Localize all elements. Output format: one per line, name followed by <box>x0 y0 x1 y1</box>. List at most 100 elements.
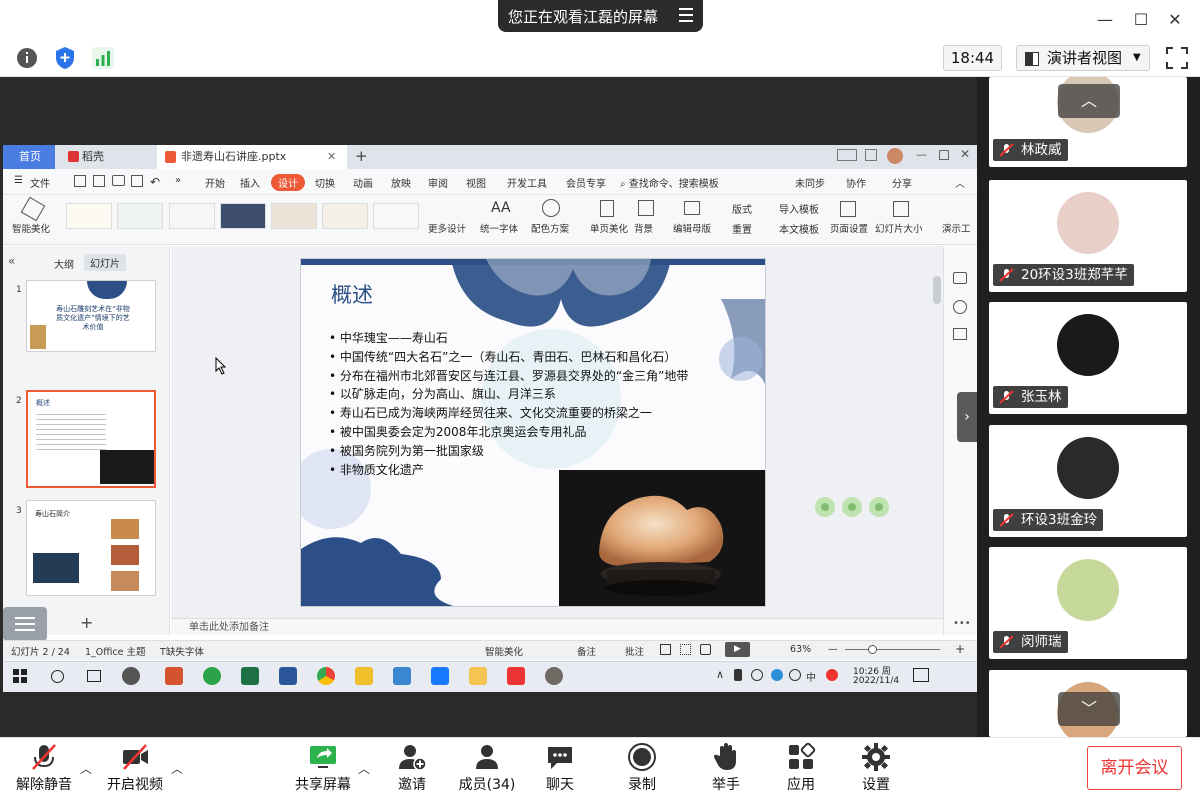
slide-thumbnail-1[interactable]: 寿山石雕刻艺术在“非物质文化遗产”情境下的艺术价值 <box>26 280 156 352</box>
ribbon-unify-font[interactable]: 统一字体 <box>480 221 518 235</box>
collapse-panel-button[interactable]: › <box>957 392 977 442</box>
files-icon[interactable] <box>393 667 411 685</box>
zoom-out-icon[interactable]: — <box>828 644 838 655</box>
folder-icon[interactable] <box>469 667 487 685</box>
menu-file[interactable]: 文件 <box>30 175 50 190</box>
participant-card[interactable]: 20环设3班郑芊芊 <box>989 180 1187 292</box>
leave-meeting-button[interactable]: 离开会议 <box>1087 746 1182 790</box>
new-tab-icon[interactable]: + <box>355 147 368 165</box>
tray-mic-icon[interactable] <box>734 669 742 681</box>
participant-card[interactable]: 张玉林 <box>989 302 1187 414</box>
tray-ime[interactable]: 中 <box>806 669 816 684</box>
collaborate-button[interactable]: 协作 <box>846 175 866 190</box>
ribbon-reset[interactable]: 重置 <box>732 221 752 236</box>
zoom-level[interactable]: 63% <box>790 644 811 655</box>
user-avatar[interactable] <box>887 148 903 164</box>
ribbon-layout[interactable]: 版式 <box>732 201 752 216</box>
meeting-app-icon[interactable] <box>431 667 449 685</box>
status-smart-beautify[interactable]: 智能美化 <box>485 644 523 658</box>
security-shield-icon[interactable] <box>54 46 76 70</box>
tab-outline[interactable]: 大纲 <box>54 256 74 271</box>
slide-thumbnail-3[interactable]: 寿山石简介 <box>26 500 156 596</box>
collapse-pane-icon[interactable]: « <box>8 254 15 268</box>
design-template-5[interactable] <box>271 203 317 229</box>
sorter-view-icon[interactable] <box>680 644 691 655</box>
player-icon[interactable] <box>355 667 373 685</box>
menu-member[interactable]: 会员专享 <box>566 175 606 190</box>
tab-document[interactable]: 非遗寿山石讲座.pptx ✕ <box>157 145 347 169</box>
tray-antivirus-icon[interactable] <box>826 669 838 681</box>
unmute-button[interactable]: 解除静音 <box>4 742 84 794</box>
apps-grid-icon[interactable] <box>865 149 877 161</box>
share-button[interactable]: 分享 <box>892 175 912 190</box>
wps-icon[interactable] <box>507 667 525 685</box>
tab-docer[interactable]: 稻壳 <box>58 145 153 169</box>
design-template-6[interactable] <box>322 203 368 229</box>
excel-icon[interactable] <box>241 667 259 685</box>
scroll-up-button[interactable]: ︿ <box>1058 84 1120 118</box>
ribbon-background[interactable]: 背景 <box>634 221 653 235</box>
status-missing-font[interactable]: T缺失字体 <box>160 644 204 658</box>
design-template-2[interactable] <box>117 203 163 229</box>
save-icon[interactable] <box>74 175 86 187</box>
menu-design[interactable]: 设计 <box>271 174 305 191</box>
raise-hand-button[interactable]: 举手 <box>686 742 766 794</box>
invite-button[interactable]: 邀请 <box>372 742 452 794</box>
app-icon-2[interactable] <box>545 667 563 685</box>
ribbon-single-beautify[interactable]: 单页美化 <box>590 221 628 235</box>
minimize-button[interactable]: — <box>1095 10 1115 30</box>
menu-transition[interactable]: 切换 <box>315 175 335 190</box>
design-template-3[interactable] <box>169 203 215 229</box>
slide-thumbnail-2[interactable]: 概述 <box>26 390 156 488</box>
status-notes[interactable]: 备注 <box>577 644 596 658</box>
maximize-button[interactable]: ☐ <box>1131 10 1151 30</box>
sharing-banner[interactable]: 您正在观看江磊的屏幕 <box>498 0 703 32</box>
tray-chevron-icon[interactable]: ∧ <box>716 668 724 681</box>
word-icon[interactable] <box>279 667 297 685</box>
view-mode-select[interactable]: 演讲者视图 ▼ <box>1016 45 1150 71</box>
notes-area[interactable]: 单击此处添加备注 <box>171 618 943 635</box>
share-options-chevron[interactable]: ︿ <box>358 760 370 777</box>
menu-animation[interactable]: 动画 <box>353 175 373 190</box>
sync-status[interactable]: 未同步 <box>795 175 825 190</box>
tray-sync-icon[interactable] <box>789 669 801 681</box>
search-command[interactable]: ⌕ 查找命令、搜索模板 <box>620 175 719 190</box>
play-slideshow-button[interactable]: ▶ <box>725 642 750 657</box>
fullscreen-icon[interactable] <box>1165 46 1189 70</box>
apps-button[interactable]: 应用 <box>761 742 841 794</box>
notification-icon[interactable] <box>913 668 929 682</box>
normal-view-icon[interactable] <box>660 644 671 655</box>
zoom-slider[interactable] <box>845 649 940 650</box>
info-icon[interactable] <box>16 47 38 69</box>
tray-app-icon-2[interactable] <box>771 669 783 681</box>
tab-slides[interactable]: 幻灯片 <box>84 254 126 271</box>
wps-minimize-icon[interactable]: — <box>916 148 927 161</box>
participant-card[interactable]: 环设3班金玲 <box>989 425 1187 537</box>
print-icon[interactable] <box>112 175 125 186</box>
side-tool-icon-2[interactable] <box>953 300 967 314</box>
more-tools-icon[interactable]: ••• <box>953 618 971 629</box>
zoom-slider-handle[interactable] <box>868 645 877 654</box>
more-icon[interactable]: » <box>175 175 181 186</box>
menu-view[interactable]: 视图 <box>466 175 486 190</box>
current-slide[interactable]: 概述 中华瑰宝——寿山石 中国传统“四大名石”之一（寿山石、青田石、巴林石和昌化… <box>300 258 766 607</box>
menu-start[interactable]: 开始 <box>205 175 225 190</box>
export-icon[interactable] <box>93 175 105 187</box>
powerpoint-icon[interactable] <box>165 667 183 685</box>
windows-start-icon[interactable] <box>13 669 27 683</box>
hamburger-icon[interactable]: ☰ <box>14 175 23 186</box>
chat-button[interactable]: 聊天 <box>520 742 600 794</box>
task-view-icon[interactable] <box>87 670 101 682</box>
banner-menu-icon[interactable] <box>679 8 693 22</box>
tab-close-icon[interactable]: ✕ <box>327 145 336 169</box>
share-screen-button[interactable]: 共享屏幕 <box>283 742 363 794</box>
record-button[interactable]: 录制 <box>602 742 682 794</box>
design-template-7[interactable] <box>373 203 419 229</box>
ribbon-slide-size[interactable]: 幻灯片大小 <box>875 221 923 235</box>
cortana-icon[interactable] <box>51 670 64 683</box>
audio-options-chevron[interactable]: ︿ <box>80 760 92 777</box>
participant-card[interactable]: 闵师瑞 <box>989 547 1187 659</box>
wps-close-icon[interactable]: ✕ <box>960 147 970 161</box>
signal-strength-icon[interactable] <box>92 47 114 69</box>
window-layout-icon[interactable] <box>837 149 857 161</box>
